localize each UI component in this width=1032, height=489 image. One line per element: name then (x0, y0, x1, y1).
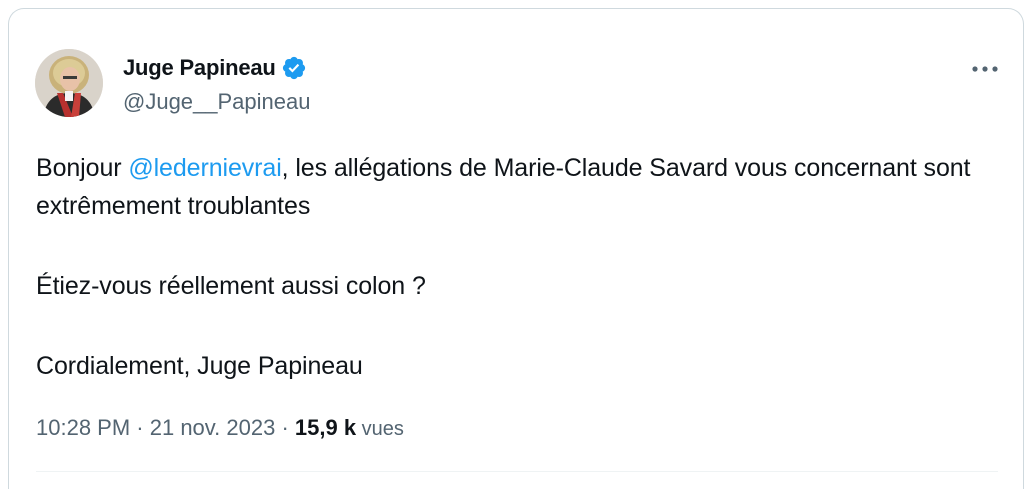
tweet-paragraph-1: Bonjour @ledernievrai, les allégations d… (36, 149, 976, 225)
avatar[interactable] (35, 49, 103, 117)
divider (36, 471, 998, 472)
author-name-row: Juge Papineau (123, 53, 307, 83)
mention-link[interactable]: @ledernievrai (128, 154, 281, 182)
author-display-name[interactable]: Juge Papineau (123, 55, 276, 81)
tweet-paragraph-3: Cordialement, Juge Papineau (36, 352, 363, 380)
tweet-meta: 10:28 PM · 21 nov. 2023 · 15,9 k vues (36, 415, 404, 441)
views-count[interactable]: 15,9 k (295, 415, 356, 440)
avatar-image (35, 49, 103, 117)
tweet-text-intro: Bonjour (36, 154, 129, 182)
tweet-paragraph-2: Étiez-vous réellement aussi colon ? (36, 272, 426, 300)
tweet-date[interactable]: 21 nov. 2023 (150, 415, 276, 440)
author-handle[interactable]: @Juge__Papineau (123, 89, 310, 115)
more-options-icon (972, 66, 998, 72)
meta-separator: · (130, 415, 150, 440)
tweet-card: Juge Papineau @Juge__Papineau Bonjour @l… (8, 8, 1024, 489)
tweet-time[interactable]: 10:28 PM (36, 415, 130, 440)
meta-separator: · (275, 415, 295, 440)
verified-badge-icon[interactable] (281, 55, 307, 81)
more-options-button[interactable] (965, 57, 1005, 81)
views-label: vues (356, 418, 404, 440)
tweet-text: Bonjour @ledernievrai, les allégations d… (36, 149, 976, 385)
